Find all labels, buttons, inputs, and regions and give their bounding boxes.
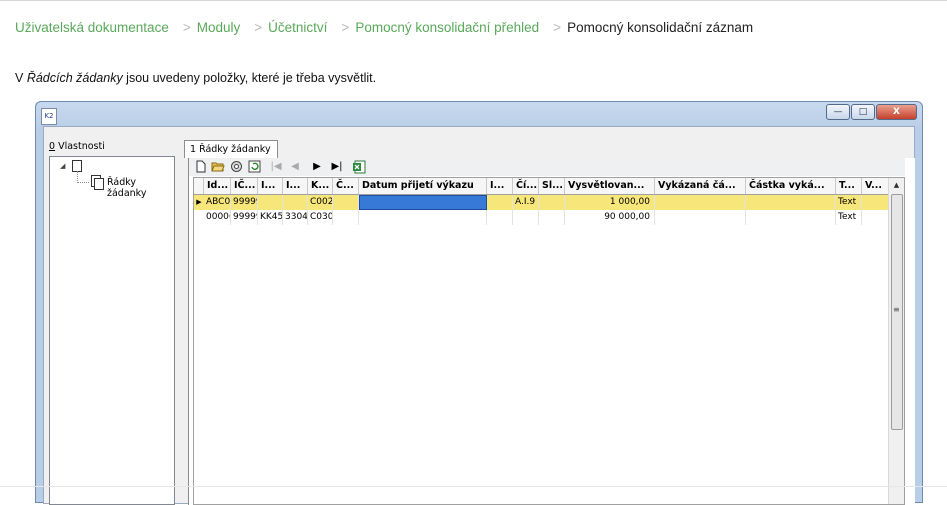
last-icon[interactable]: ▶| xyxy=(330,160,344,174)
breadcrumb: Uživatelská dokumentace > Moduly > Účetnictv… xyxy=(15,20,753,35)
column-header[interactable]: Sl... xyxy=(539,178,565,194)
table-cell[interactable] xyxy=(539,195,565,210)
tab-panel: |◀ ◀ ▶ ▶| Id... IČ... I... I... K... Č..… xyxy=(188,158,915,505)
table-cell[interactable]: 99999 xyxy=(231,210,258,225)
table-cell[interactable] xyxy=(333,210,359,225)
refresh-icon[interactable] xyxy=(247,160,261,174)
grip-icon: ≡ xyxy=(893,305,900,314)
column-header[interactable]: Datum přijetí výkazu xyxy=(359,178,487,194)
table-cell[interactable]: C030 xyxy=(308,210,333,225)
table-cell[interactable]: 0000( xyxy=(204,210,231,225)
table-cell[interactable]: 90 000,00 xyxy=(565,210,655,225)
table-cell[interactable] xyxy=(655,195,746,210)
table-row[interactable]: ▶ ABC0 99999 C002 A.I.9 1 000,00 Text xyxy=(194,195,890,210)
column-header[interactable]: Čí... xyxy=(513,178,539,194)
table-cell[interactable] xyxy=(746,210,836,225)
column-header[interactable]: I... xyxy=(487,178,513,194)
column-header[interactable]: Č... xyxy=(333,178,359,194)
table-cell[interactable]: 99999 xyxy=(231,195,258,210)
table-cell[interactable]: KK45 xyxy=(258,210,283,225)
table-cell[interactable]: Text xyxy=(836,195,862,210)
open-folder-icon[interactable] xyxy=(211,160,225,174)
close-button[interactable]: X xyxy=(876,104,917,120)
table-cell[interactable]: 33043 xyxy=(283,210,308,225)
column-header[interactable]: Částka vyká... xyxy=(746,178,836,194)
column-header[interactable]: IČ... xyxy=(231,178,258,194)
app-window-screenshot: K2 — □ X 0 Vlastnosti ◢ Řádky žádanky 1 … xyxy=(35,101,923,505)
properties-title: Vlastnosti xyxy=(55,141,105,152)
table-cell[interactable] xyxy=(862,195,890,210)
intro-before: V xyxy=(15,71,27,85)
table-cell[interactable]: Text xyxy=(836,210,862,225)
row-marker xyxy=(194,210,204,225)
table-cell[interactable] xyxy=(862,210,890,225)
prev-icon[interactable]: ◀ xyxy=(288,160,302,174)
table-cell[interactable] xyxy=(655,210,746,225)
column-header[interactable]: I... xyxy=(283,178,308,194)
table-row[interactable]: 0000( 99999 KK45 33043 C030 90 000,00 Te… xyxy=(194,210,890,225)
breadcrumb-current: Pomocný konsolidační záznam xyxy=(567,20,754,35)
grid-toolbar: |◀ ◀ ▶ ▶| xyxy=(189,158,905,176)
documents-icon xyxy=(91,175,104,190)
grid-header: Id... IČ... I... I... K... Č... Datum př… xyxy=(194,178,890,195)
table-cell[interactable] xyxy=(513,210,539,225)
column-header[interactable]: K... xyxy=(308,178,333,194)
date-cell-editing[interactable] xyxy=(359,195,487,210)
column-header[interactable]: T... xyxy=(836,178,862,194)
bottom-divider xyxy=(0,486,947,487)
table-cell[interactable] xyxy=(359,210,487,225)
breadcrumb-separator: > xyxy=(254,20,263,35)
breadcrumb-link-accounting[interactable]: Účetnictví xyxy=(268,20,327,35)
breadcrumb-link-overview[interactable]: Pomocný konsolidační přehled xyxy=(355,20,539,35)
column-header[interactable]: Id... xyxy=(204,178,231,194)
table-cell[interactable] xyxy=(487,195,513,210)
intro-emphasis: Řádcích žádanky xyxy=(26,71,123,85)
table-cell[interactable] xyxy=(333,195,359,210)
first-icon[interactable]: |◀ xyxy=(269,160,283,174)
column-header[interactable]: I... xyxy=(258,178,283,194)
scroll-thumb[interactable]: ≡ xyxy=(891,194,903,430)
row-header-corner xyxy=(194,178,204,194)
table-cell[interactable] xyxy=(746,195,836,210)
settings-icon[interactable] xyxy=(229,160,243,174)
app-icon: K2 xyxy=(41,108,57,125)
breadcrumb-separator: > xyxy=(182,20,191,35)
top-divider xyxy=(0,0,947,1)
breadcrumb-separator: > xyxy=(553,20,562,35)
column-header[interactable]: V... xyxy=(862,178,890,194)
table-cell[interactable]: A.I.9 xyxy=(513,195,539,210)
data-grid[interactable]: Id... IČ... I... I... K... Č... Datum př… xyxy=(193,177,905,505)
breadcrumb-link-docs[interactable]: Uživatelská dokumentace xyxy=(15,20,169,35)
current-row-marker: ▶ xyxy=(196,198,202,206)
new-icon[interactable] xyxy=(194,160,208,174)
intro-after: jsou uvedeny položky, které je třeba vys… xyxy=(122,71,377,85)
properties-label: 0 Vlastnosti xyxy=(49,141,105,152)
window-client-area: 0 Vlastnosti ◢ Řádky žádanky 1 Řádky žád… xyxy=(43,126,915,505)
minimize-button[interactable]: — xyxy=(826,104,850,120)
next-icon[interactable]: ▶ xyxy=(310,160,324,174)
table-cell[interactable] xyxy=(487,210,513,225)
table-cell[interactable]: C002 xyxy=(308,195,333,210)
tab-request-rows[interactable]: 1 Řádky žádanky xyxy=(184,140,278,158)
tree-view[interactable]: ◢ Řádky žádanky xyxy=(49,156,175,505)
tree-item-request-rows[interactable]: Řádky žádanky xyxy=(107,177,174,199)
table-cell[interactable] xyxy=(539,210,565,225)
breadcrumb-link-modules[interactable]: Moduly xyxy=(197,20,241,35)
collapse-icon[interactable]: ◢ xyxy=(60,162,65,170)
table-cell[interactable]: 1 000,00 xyxy=(565,195,655,210)
table-cell[interactable]: ABC0 xyxy=(204,195,231,210)
tree-connector xyxy=(77,182,89,183)
vertical-scrollbar[interactable]: ▲ ≡ xyxy=(888,178,904,504)
breadcrumb-separator: > xyxy=(341,20,350,35)
column-header[interactable]: Vysvětlovan... xyxy=(565,178,655,194)
maximize-button[interactable]: □ xyxy=(851,104,875,120)
table-cell[interactable] xyxy=(283,195,308,210)
table-cell[interactable] xyxy=(258,195,283,210)
excel-icon[interactable] xyxy=(352,160,366,174)
scroll-up-icon[interactable]: ▲ xyxy=(889,178,904,193)
column-header[interactable]: Vykázaná čá... xyxy=(655,178,746,194)
intro-text: V Řádcích žádanky jsou uvedeny položky, … xyxy=(15,71,376,85)
